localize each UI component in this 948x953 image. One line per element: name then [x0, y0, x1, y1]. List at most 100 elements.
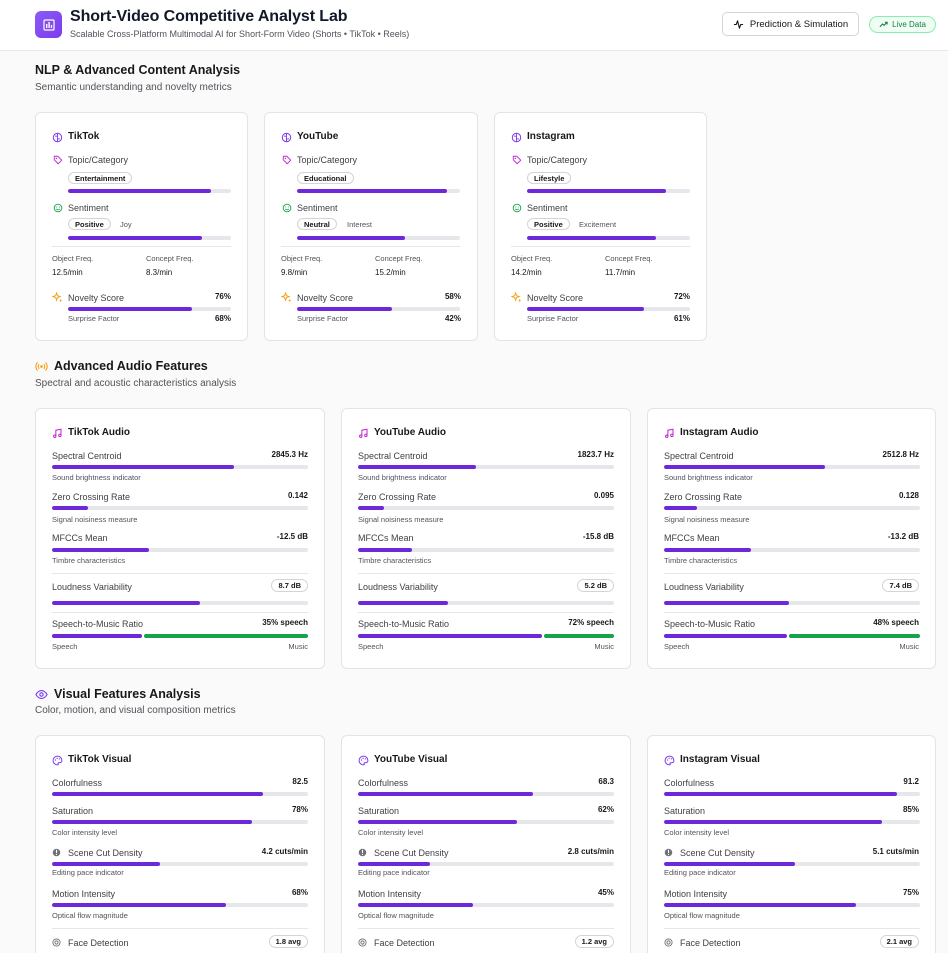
- visual-divider: [52, 928, 308, 929]
- scene-cut-value: 4.2 cuts/min: [261, 847, 308, 856]
- face-detection-icon: [664, 938, 673, 947]
- surprise-value: 42%: [444, 314, 461, 323]
- loudness-bar-fill: [358, 601, 448, 605]
- mfcc-value: -15.8 dB: [582, 532, 614, 541]
- spectral-centroid-value: 1823.7 Hz: [577, 450, 614, 459]
- novelty-label: Novelty Score: [297, 293, 354, 303]
- motion-value: 45%: [597, 888, 614, 897]
- audio-divider-2: [52, 612, 308, 613]
- face-detection-label: Face Detection: [680, 938, 741, 948]
- audio-divider-2: [664, 612, 920, 613]
- zcr-bar-track: [52, 506, 308, 510]
- audio-card-tiktok: TikTok Audio Spectral Centroid 2845.3 Hz So…: [35, 408, 325, 669]
- novelty-value: 76%: [214, 292, 231, 301]
- emotion-label: Joy: [120, 220, 132, 229]
- loudness-badge: 8.7 dB: [271, 579, 308, 592]
- topic-bar-fill: [68, 189, 211, 193]
- mfcc-bar-track: [358, 548, 614, 552]
- visual-divider: [664, 928, 920, 929]
- audio-divider: [52, 573, 308, 574]
- saturation-label: Saturation: [664, 806, 706, 816]
- object-freq-value: 9.8/min: [281, 268, 308, 277]
- sentiment-bar-fill: [527, 236, 656, 240]
- face-detection-label: Face Detection: [68, 938, 129, 948]
- music-legend: Music: [594, 642, 614, 651]
- tag-icon: [282, 155, 292, 165]
- face-detection-icon: [358, 938, 367, 947]
- audio-divider-2: [358, 612, 614, 613]
- saturation-bar-fill: [358, 820, 517, 824]
- face-detection-icon: [52, 938, 61, 947]
- speech-music-value: 48% speech: [873, 618, 919, 627]
- palette-icon: [358, 755, 369, 766]
- saturation-value: 85%: [902, 805, 919, 814]
- scene-cut-icon: [358, 848, 367, 857]
- centroid-hint: Sound brightness indicator: [52, 473, 141, 482]
- loudness-label: Loudness Variability: [664, 582, 744, 592]
- live-badge-label: Live Data: [892, 20, 926, 29]
- mfcc-bar-track: [664, 548, 920, 552]
- mfcc-value: -13.2 dB: [887, 532, 919, 541]
- zcr-bar-fill: [52, 506, 88, 510]
- scene-cut-label: Scene Cut Density: [680, 848, 755, 858]
- spectral-centroid-label: Spectral Centroid: [52, 451, 122, 461]
- zcr-value: 0.095: [593, 491, 614, 500]
- scene-cut-icon: [664, 848, 673, 857]
- centroid-hint: Sound brightness indicator: [664, 473, 753, 482]
- zcr-label: Zero Crossing Rate: [52, 492, 131, 502]
- colorfulness-value: 82.5: [292, 777, 308, 786]
- saturation-bar-fill: [52, 820, 252, 824]
- scene-cut-bar-fill: [358, 862, 430, 866]
- palette-icon: [664, 755, 675, 766]
- loudness-bar-track: [52, 601, 308, 605]
- novelty-value: 72%: [673, 292, 690, 301]
- motion-bar-track: [358, 903, 614, 907]
- audio-card-title: Instagram Audio: [680, 427, 759, 438]
- colorfulness-bar-track: [52, 792, 308, 796]
- scene-cut-bar-track: [358, 862, 614, 866]
- zcr-hint: Signal noisiness measure: [358, 515, 444, 524]
- sentiment-chip: Neutral: [297, 218, 337, 230]
- app-header: Short-Video Competitive Analyst Lab Scal…: [0, 0, 948, 51]
- speech-music-label: Speech-to-Music Ratio: [52, 619, 144, 629]
- motion-bar-fill: [358, 903, 473, 907]
- face-detection-badge: 2.1 avg: [879, 935, 919, 948]
- surprise-label: Surprise Factor: [68, 314, 120, 323]
- saturation-hint: Color intensity level: [664, 828, 730, 837]
- motion-hint: Optical flow magnitude: [358, 911, 434, 920]
- zcr-hint: Signal noisiness measure: [52, 515, 138, 524]
- scene-cut-label: Scene Cut Density: [374, 848, 449, 858]
- mfcc-hint: Timbre characteristics: [358, 556, 432, 565]
- eye-icon: [35, 689, 48, 699]
- visual-card-title: YouTube Visual: [374, 754, 448, 765]
- sentiment-chip: Positive: [68, 218, 111, 230]
- music-icon: [52, 428, 63, 439]
- smile-icon: [282, 203, 292, 213]
- music-legend: Music: [288, 642, 308, 651]
- audio-card-title: TikTok Audio: [68, 427, 131, 438]
- topic-label: Topic/Category: [297, 155, 358, 165]
- mfcc-value: -12.5 dB: [276, 532, 308, 541]
- loudness-bar-fill: [664, 601, 789, 605]
- prediction-simulation-button[interactable]: Prediction & Simulation: [722, 12, 859, 36]
- topic-chip: Lifestyle: [527, 172, 572, 184]
- centroid-bar-track: [358, 465, 614, 469]
- audio-card-youtube: YouTube Audio Spectral Centroid 1823.7 Hz S…: [341, 408, 631, 669]
- surprise-label: Surprise Factor: [297, 314, 349, 323]
- motion-value: 75%: [902, 888, 919, 897]
- face-detection-badge: 1.8 avg: [268, 935, 308, 948]
- colorfulness-bar-fill: [664, 792, 897, 796]
- nlp-card-tiktok: TikTok Topic/Category Entertainment Sentime…: [35, 112, 248, 341]
- topic-bar-track: [527, 189, 690, 193]
- scene-cut-icon: [52, 848, 61, 857]
- mfcc-hint: Timbre characteristics: [664, 556, 738, 565]
- spectral-centroid-value: 2845.3 Hz: [271, 450, 308, 459]
- nlp-divider: [52, 246, 231, 247]
- music-icon: [358, 428, 369, 439]
- saturation-label: Saturation: [52, 806, 94, 816]
- surprise-value: 68%: [214, 314, 231, 323]
- scene-cut-hint: Editing pace indicator: [52, 868, 124, 877]
- spectral-centroid-label: Spectral Centroid: [664, 451, 734, 461]
- brain-icon: [281, 132, 292, 143]
- speech-music-value: 72% speech: [568, 618, 614, 627]
